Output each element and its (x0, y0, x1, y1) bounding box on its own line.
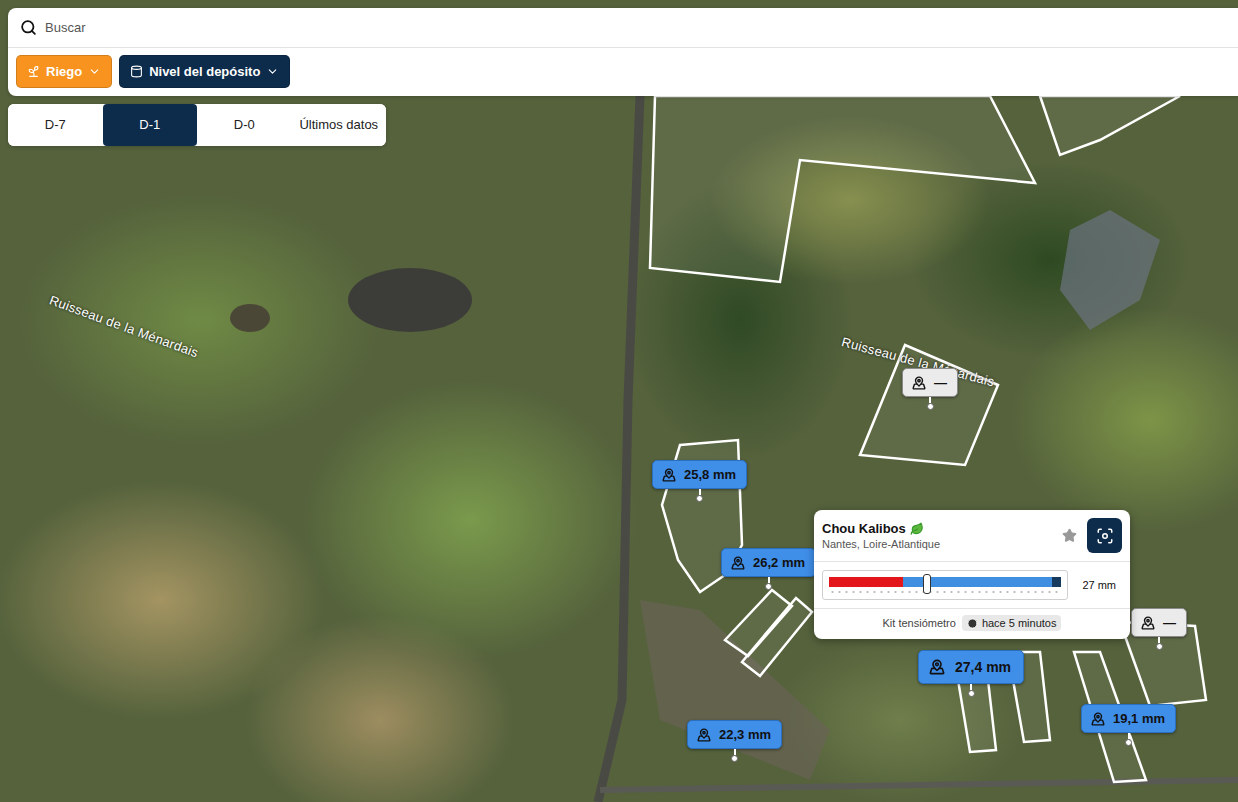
day-tab[interactable]: D-0 (197, 104, 292, 146)
day-tabs: D-7D-1D-0Últimos datos (8, 104, 386, 146)
pin-dot (927, 403, 934, 410)
time-chip: hace 5 minutos (962, 615, 1062, 631)
popup-footer: Kit tensiómetro hace 5 minutos (814, 609, 1130, 639)
location-pin-icon (1091, 712, 1105, 726)
pin-dot (765, 583, 772, 590)
gauge-thumb[interactable] (923, 574, 931, 594)
pin-label[interactable]: 25,8 mm (652, 460, 747, 489)
clock-icon (967, 618, 978, 629)
map-pin[interactable]: 26,2 mm (721, 548, 816, 590)
map-label: Ruisseau de la Ménardais (47, 292, 200, 360)
gauge-bar (829, 577, 1061, 587)
focus-icon (1096, 527, 1114, 545)
pin-dot (731, 755, 738, 762)
popup-title: Chou Kalibos (822, 521, 1052, 536)
location-pin-icon (929, 659, 945, 675)
gauge-zone (829, 577, 903, 587)
sensor-popup: Chou Kalibos Nantes, Loire-Atlantique 27 m… (814, 510, 1130, 639)
top-bar: RiegoNivel del depósito (8, 8, 1238, 96)
star-icon[interactable] (1062, 528, 1077, 543)
map-pin[interactable]: 19,1 mm (1081, 704, 1176, 746)
pin-label[interactable]: — (1131, 608, 1187, 637)
leaf-icon (910, 522, 924, 536)
popup-location: Nantes, Loire-Atlantique (822, 538, 1052, 550)
gauge-row: 27 mm (814, 562, 1130, 609)
location-pin-icon (662, 468, 676, 482)
filter-button[interactable]: Riego (16, 55, 112, 88)
chevron-down-icon (266, 65, 279, 78)
location-pin-icon (1141, 616, 1155, 630)
sprinkler-icon (27, 65, 40, 78)
pin-dot (1125, 739, 1132, 746)
map-pin[interactable]: — (902, 368, 958, 410)
location-pin-icon (731, 556, 745, 570)
gauge (822, 570, 1068, 600)
pin-label[interactable]: — (902, 368, 958, 397)
location-pin-icon (912, 376, 926, 390)
search-row (8, 8, 1238, 48)
focus-button[interactable] (1087, 518, 1122, 553)
pin-label[interactable]: 22,3 mm (687, 720, 782, 749)
location-pin-icon (697, 728, 711, 742)
day-tab[interactable]: D-7 (8, 104, 103, 146)
gauge-ticks (829, 591, 1061, 593)
map-pin[interactable]: 25,8 mm (652, 460, 747, 502)
gauge-reading: 27 mm (1082, 579, 1116, 591)
gauge-zone (1052, 577, 1061, 587)
day-tab[interactable]: Últimos datos (292, 104, 387, 146)
filter-button[interactable]: Nivel del depósito (119, 55, 290, 88)
search-input[interactable] (43, 19, 1226, 36)
pin-dot (968, 690, 975, 697)
pin-label[interactable]: 26,2 mm (721, 548, 816, 577)
popup-header: Chou Kalibos Nantes, Loire-Atlantique (814, 510, 1130, 562)
pin-label[interactable]: 19,1 mm (1081, 704, 1176, 733)
sensor-source: Kit tensiómetro (883, 617, 956, 629)
pin-label[interactable]: 27,4 mm (918, 650, 1024, 684)
filter-row: RiegoNivel del depósito (8, 48, 1238, 96)
day-tab[interactable]: D-1 (103, 104, 198, 146)
map-screen: Ruisseau de la MénardaisRuisseau de la M… (0, 0, 1238, 802)
map-pin[interactable]: 27,4 mm (918, 650, 1024, 697)
search-icon (20, 19, 37, 36)
map-pin[interactable]: — (1131, 608, 1187, 650)
pin-dot (696, 495, 703, 502)
tank-icon (130, 65, 143, 78)
map-pin[interactable]: 22,3 mm (687, 720, 782, 762)
pin-dot (1156, 643, 1163, 650)
chevron-down-icon (88, 65, 101, 78)
